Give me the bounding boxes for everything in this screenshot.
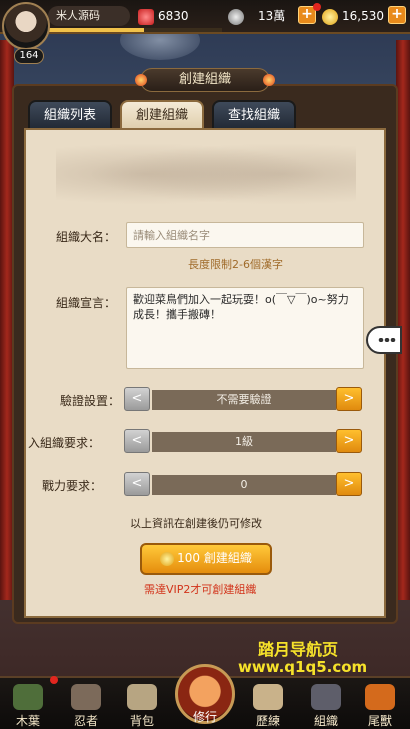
add-gold-button[interactable]: + (388, 6, 406, 24)
tab-create-guild[interactable]: 創建組織 (120, 100, 204, 130)
nav-label: 歷練 (255, 714, 280, 728)
declaration-label: 組織宣言： (56, 296, 117, 310)
verification-next-button[interactable]: > (336, 387, 362, 411)
watermark-url: www.q1q5.com (238, 658, 368, 676)
training-label: 修行 (192, 710, 217, 724)
scroll-icon (253, 684, 283, 710)
power-req-next-button[interactable]: > (336, 472, 362, 496)
level-req-selector: < 1級 > (124, 429, 366, 453)
organization-icon (311, 684, 341, 710)
nav-item-trials[interactable]: 歷練 (244, 684, 292, 729)
gold-display: 16,530 (322, 6, 384, 26)
nav-label: 木葉 (15, 714, 40, 728)
stamina-display: 6830 (138, 6, 189, 26)
stamina-icon (138, 8, 154, 25)
player-level: 164 (14, 48, 44, 64)
create-guild-form: 組織大名： 請輸入組織名字 長度限制2-6個漢字 組織宣言： 歡迎菜鳥們加入一起… (24, 128, 386, 618)
window-title-text: 創建組織 (178, 72, 231, 87)
guild-name-label: 組織大名： (56, 230, 117, 244)
nav-label: 忍者 (73, 714, 98, 728)
verification-value: 不需要驗證 (152, 390, 336, 410)
nav-item-village[interactable]: 木葉 (4, 684, 52, 729)
watermark-title: 踏月导航页 (258, 640, 339, 659)
nav-item-ninja[interactable]: 忍者 (62, 684, 110, 729)
power-req-value: 0 (152, 475, 336, 495)
nav-label: 組織 (313, 714, 338, 728)
tab-guild-list[interactable]: 組織列表 (28, 100, 112, 130)
flame-icon (135, 74, 147, 86)
gold-value: 16,530 (342, 9, 384, 23)
power-req-prev-button[interactable]: < (124, 472, 150, 496)
nav-item-tailed-beast[interactable]: 尾獸 (356, 684, 404, 729)
create-guild-button[interactable]: 100 創建組織 (140, 543, 272, 575)
silver-notification-dot (313, 3, 321, 11)
right-pillar (396, 40, 410, 600)
guild-name-hint: 長度限制2-6個漢字 (188, 258, 283, 271)
verification-selector: < 不需要驗證 > (124, 387, 366, 411)
nav-item-organization[interactable]: 組織 (302, 684, 350, 729)
gold-coin-icon (322, 8, 338, 25)
guild-name-placeholder: 請輸入組織名字 (133, 229, 210, 242)
ninja-icon (71, 684, 101, 710)
guild-name-input[interactable]: 請輸入組織名字 (126, 222, 364, 248)
level-req-prev-button[interactable]: < (124, 429, 150, 453)
silver-value: 13萬 (258, 9, 286, 23)
create-label: 創建組織 (203, 551, 252, 565)
verification-label: 驗證設置： (60, 394, 121, 408)
declaration-text: 歡迎菜鳥們加入一起玩耍！o(￣▽￣)o~努力成長！攜手搬磚！ (133, 293, 349, 321)
chat-bubble-icon (378, 338, 396, 342)
tab-search-guild[interactable]: 查找組織 (212, 100, 296, 130)
village-icon (13, 684, 43, 710)
nav-item-bag[interactable]: 背包 (118, 684, 166, 729)
player-name: 米人源码 (48, 6, 130, 26)
create-cost: 100 (177, 551, 201, 565)
top-bar: 米人源码 6830 13萬 + 16,530 + (0, 0, 410, 34)
tab-bar: 組織列表 創建組織 查找組織 (28, 100, 296, 130)
modify-note: 以上資訊在創建後仍可修改 (130, 517, 262, 530)
vip-requirement-note: 需達VIP2才可創建組織 (144, 583, 257, 596)
bag-icon (127, 684, 157, 710)
player-avatar[interactable] (2, 2, 50, 50)
tailed-beast-icon (365, 684, 395, 710)
level-req-value: 1級 (152, 432, 336, 452)
level-req-next-button[interactable]: > (336, 429, 362, 453)
level-req-label: 入組織要求： (28, 436, 101, 450)
window-title: 創建組織 (135, 68, 275, 92)
stamina-value: 6830 (158, 9, 189, 23)
nav-notification-dot (50, 676, 58, 684)
chat-button[interactable] (366, 326, 402, 354)
power-req-selector: < 0 > (124, 472, 366, 496)
xp-bar (48, 28, 222, 32)
flame-icon (263, 74, 275, 86)
silver-coin-icon (228, 8, 244, 25)
nav-label: 背包 (129, 714, 154, 728)
power-req-label: 戰力要求： (42, 479, 103, 493)
nav-label: 尾獸 (367, 714, 392, 728)
verification-prev-button[interactable]: < (124, 387, 150, 411)
silver-display (228, 6, 248, 26)
ink-painting-decoration (56, 138, 356, 210)
gold-coin-icon (160, 551, 175, 566)
declaration-textarea[interactable]: 歡迎菜鳥們加入一起玩耍！o(￣▽￣)o~努力成長！攜手搬磚！ (126, 287, 364, 369)
xp-bar-fill (48, 28, 144, 32)
